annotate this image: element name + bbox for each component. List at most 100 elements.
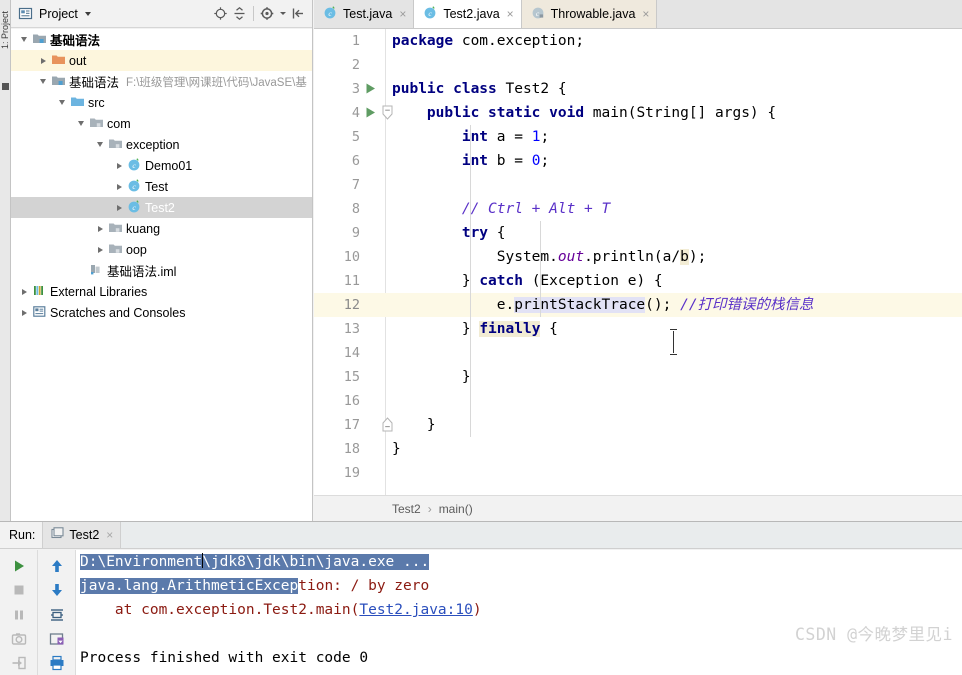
- stacktrace-link[interactable]: Test2.java:10: [359, 602, 473, 618]
- breadcrumb-class[interactable]: Test2: [392, 502, 421, 516]
- code-line[interactable]: 17 }: [314, 413, 962, 437]
- ide-window: 1: Project Project 基础语法 out 基础语法 F:\班级管理…: [0, 0, 962, 675]
- run-gutter-icon[interactable]: [364, 82, 377, 100]
- code-line[interactable]: 10 System.out.println(a/b);: [314, 245, 962, 269]
- code-line[interactable]: 12 e.printStackTrace(); //打印错误的栈信息: [314, 293, 962, 317]
- editor-tab-testjava[interactable]: c Test.java ×: [314, 0, 415, 28]
- close-icon[interactable]: ×: [106, 528, 113, 542]
- console-output[interactable]: D:\Environment\jdk8\jdk\bin\java.exe ...…: [76, 550, 962, 675]
- editor-tab-throwablejava[interactable]: c Throwable.java ×: [521, 0, 658, 28]
- scroll-down-icon[interactable]: [44, 578, 70, 602]
- java-class-icon: c: [127, 199, 142, 217]
- chevron-down-icon[interactable]: [84, 11, 91, 16]
- soft-wrap-icon[interactable]: [44, 602, 70, 626]
- code-line[interactable]: 15 }: [314, 365, 962, 389]
- camera-icon[interactable]: [6, 627, 32, 651]
- tree-item-[interactable]: 基础语法 F:\班级管理\网课班\代码\JavaSE\基: [11, 71, 312, 92]
- code-line[interactable]: 4 public static void main(String[] args)…: [314, 101, 962, 125]
- tree-item-out[interactable]: out: [11, 50, 312, 71]
- tree-item-kuang[interactable]: kuang: [11, 218, 312, 239]
- tree-item-label: Demo01: [145, 158, 193, 173]
- tree-item-exception[interactable]: exception: [11, 134, 312, 155]
- pause-icon[interactable]: [6, 602, 32, 626]
- code-line[interactable]: 7: [314, 173, 962, 197]
- chevron-right-icon[interactable]: [112, 204, 126, 211]
- chevron-down-icon[interactable]: [93, 142, 107, 147]
- code-line[interactable]: 9 try {: [314, 221, 962, 245]
- breadcrumb-method[interactable]: main(): [439, 502, 473, 516]
- close-icon[interactable]: ×: [399, 8, 406, 20]
- line-number: 11: [343, 273, 360, 289]
- line-number: 19: [343, 465, 360, 481]
- code-line[interactable]: 13 } finally {: [314, 317, 962, 341]
- project-tool-window-label[interactable]: 1: Project: [0, 11, 10, 49]
- run-toolbar-left[interactable]: [0, 550, 38, 675]
- project-tree[interactable]: 基础语法 out 基础语法 F:\班级管理\网课班\代码\JavaSE\基 src com…: [11, 29, 312, 521]
- export-icon[interactable]: [44, 627, 70, 651]
- chevron-down-icon[interactable]: [17, 37, 31, 42]
- chevron-right-icon[interactable]: [93, 225, 107, 232]
- line-number: 16: [343, 393, 360, 409]
- close-icon[interactable]: ×: [642, 8, 649, 20]
- stop-icon[interactable]: [6, 578, 32, 602]
- chevron-right-icon[interactable]: [17, 309, 31, 316]
- chevron-right-icon[interactable]: [17, 288, 31, 295]
- print-icon[interactable]: [44, 651, 70, 675]
- code-text: public static void main(String[] args) {: [426, 105, 777, 121]
- collapse-all-icon[interactable]: [230, 4, 249, 23]
- tree-item-label: exception: [126, 137, 180, 152]
- locate-icon[interactable]: [211, 4, 230, 23]
- line-number: 13: [343, 321, 360, 337]
- tree-item-[interactable]: 基础语法: [11, 29, 312, 50]
- chevron-right-icon[interactable]: [36, 57, 50, 64]
- structure-stripe-icon[interactable]: [2, 83, 9, 90]
- code-line[interactable]: 6 int b = 0;: [314, 149, 962, 173]
- code-line[interactable]: 19: [314, 461, 962, 485]
- code-line[interactable]: 8 // Ctrl + Alt + T: [314, 197, 962, 221]
- code-line[interactable]: 16: [314, 389, 962, 413]
- hide-panel-icon[interactable]: [289, 4, 308, 23]
- chevron-down-icon[interactable]: [74, 121, 88, 126]
- settings-gear-icon[interactable]: [258, 4, 277, 23]
- close-icon[interactable]: ×: [507, 8, 514, 20]
- tree-item-demo01[interactable]: c Demo01: [11, 155, 312, 176]
- scroll-up-icon[interactable]: [44, 554, 70, 578]
- gear-dropdown-arrow-icon[interactable]: [277, 4, 289, 23]
- tree-item-src[interactable]: src: [11, 92, 312, 113]
- code-lines[interactable]: 1 package com.exception; 2 3 public class Te…: [314, 29, 962, 495]
- editor-tab-test2java[interactable]: c Test2.java ×: [414, 0, 522, 28]
- code-line[interactable]: 18}: [314, 437, 962, 461]
- dump-threads-icon[interactable]: [6, 651, 32, 675]
- project-panel-title[interactable]: Project: [39, 7, 78, 21]
- code-line[interactable]: 3 public class Test2 {: [314, 77, 962, 101]
- tree-item-test[interactable]: c Test: [11, 176, 312, 197]
- tree-item-com[interactable]: com: [11, 113, 312, 134]
- tree-item-label: com: [107, 116, 131, 131]
- line-number: 6: [351, 153, 360, 169]
- chevron-down-icon[interactable]: [36, 79, 50, 84]
- chevron-right-icon[interactable]: [93, 246, 107, 253]
- tree-item-test2[interactable]: c Test2: [11, 197, 312, 218]
- code-line[interactable]: 1 package com.exception;: [314, 29, 962, 53]
- chevron-down-icon[interactable]: [55, 100, 69, 105]
- rerun-icon[interactable]: [6, 554, 32, 578]
- code-line[interactable]: 14: [314, 341, 962, 365]
- run-toolbar-right[interactable]: [38, 550, 76, 675]
- breadcrumb[interactable]: Test2 › main(): [314, 495, 962, 521]
- chevron-right-icon[interactable]: [112, 183, 126, 190]
- code-view[interactable]: 1 package com.exception; 2 3 public class Te…: [314, 29, 962, 495]
- code-line[interactable]: 11 } catch (Exception e) {: [314, 269, 962, 293]
- chevron-right-icon[interactable]: [112, 162, 126, 169]
- run-gutter-icon[interactable]: [364, 106, 377, 124]
- run-tab-test2[interactable]: Test2 ×: [42, 522, 122, 548]
- tree-item-externallibraries[interactable]: External Libraries: [11, 281, 312, 302]
- tree-item-scratchesandconsoles[interactable]: Scratches and Consoles: [11, 302, 312, 323]
- tree-item-oop[interactable]: oop: [11, 239, 312, 260]
- tree-item-path: F:\班级管理\网课班\代码\JavaSE\基: [126, 76, 307, 89]
- run-header-filler: [121, 522, 962, 548]
- editor-tab-bar[interactable]: c Test.java × c Test2.java × c Throwable.java ×: [314, 0, 962, 29]
- code-line[interactable]: 2: [314, 53, 962, 77]
- tree-item-label: External Libraries: [50, 284, 148, 299]
- tree-item-iml[interactable]: 基础语法.iml: [11, 260, 312, 281]
- code-line[interactable]: 5 int a = 1;: [314, 125, 962, 149]
